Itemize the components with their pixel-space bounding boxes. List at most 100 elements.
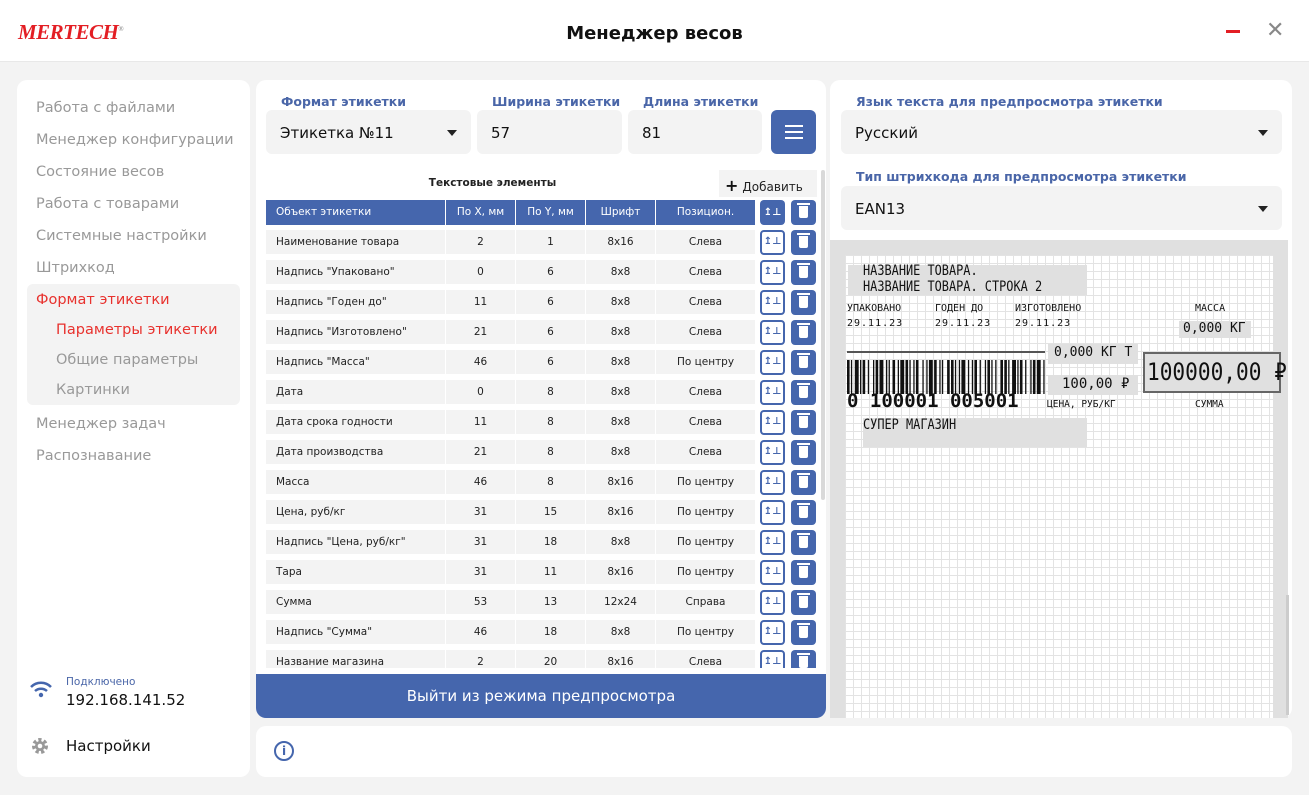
table-cell: 0 — [446, 260, 515, 284]
table-cell: 2 — [446, 230, 515, 254]
trash-icon — [797, 533, 810, 548]
table-cell: Слева — [656, 320, 755, 344]
table-cell: По центру — [656, 560, 755, 584]
label-mass-caption: МАССА — [1195, 303, 1226, 314]
label-best-before: ГОДЕН ДО — [935, 303, 984, 314]
table-cell: 31 — [446, 560, 515, 584]
table-cell: Слева — [656, 410, 755, 434]
table-cell: 8x8 — [586, 530, 655, 554]
axis-edit-button[interactable]: ↥⊥ — [760, 620, 785, 645]
axis-edit-button[interactable]: ↥⊥ — [760, 470, 785, 495]
barcode-bar — [915, 360, 919, 394]
info-icon[interactable]: i — [274, 741, 294, 761]
axis-edit-button[interactable]: ↥⊥ — [760, 290, 785, 315]
table-cell: 46 — [446, 470, 515, 494]
table-cell: 1 — [516, 230, 585, 254]
label-price-caption: ЦЕНА, РУБ/КГ — [1047, 399, 1116, 410]
barcode-bar — [1025, 360, 1027, 394]
table-cell: Надпись "Годен до" — [266, 290, 445, 314]
table-cell: Наименование товара — [266, 230, 445, 254]
axis-edit-button[interactable]: ↥⊥ — [760, 440, 785, 465]
delete-row-button[interactable] — [791, 410, 816, 435]
delete-row-button[interactable] — [791, 290, 816, 315]
table-cell: 15 — [516, 500, 585, 524]
gear-icon[interactable] — [30, 736, 50, 756]
delete-row-button[interactable] — [791, 440, 816, 465]
table-cell: 46 — [446, 350, 515, 374]
table-cell: 0 — [446, 380, 515, 404]
table-cell: 8x8 — [586, 380, 655, 404]
label-store: СУПЕР МАГАЗИН — [863, 417, 957, 433]
delete-row-button[interactable] — [791, 230, 816, 255]
barcode-bar — [1036, 360, 1041, 394]
delete-row-button[interactable] — [791, 650, 816, 668]
label-date1: 29.11.23 — [847, 318, 904, 329]
delete-row-button[interactable] — [791, 320, 816, 345]
axis-edit-button[interactable]: ↥⊥ — [760, 260, 785, 285]
axis-edit-button[interactable]: ↥⊥ — [760, 350, 785, 375]
barcode-bar — [867, 360, 870, 394]
barcode-bar — [958, 360, 961, 394]
barcode-bar — [862, 360, 866, 394]
table-cell: Надпись "Цена, руб/кг" — [266, 530, 445, 554]
table-cell: Слева — [656, 230, 755, 254]
barcode-bar — [941, 360, 944, 394]
preview-scrollbar[interactable] — [1286, 595, 1289, 715]
axis-edit-button[interactable]: ↥⊥ — [760, 230, 785, 255]
axis-edit-button[interactable]: ↥⊥ — [760, 530, 785, 555]
exit-preview-button[interactable]: Выйти из режима предпросмотра — [256, 674, 826, 718]
delete-row-button[interactable] — [791, 470, 816, 495]
barcode-type-select[interactable]: EAN13 — [841, 186, 1282, 230]
label-packed: УПАКОВАНО — [847, 303, 902, 314]
table-cell: 8 — [516, 380, 585, 404]
delete-row-button[interactable] — [791, 260, 816, 285]
axis-edit-button[interactable]: ↥⊥ — [760, 410, 785, 435]
table-cell: Надпись "Изготовлено" — [266, 320, 445, 344]
delete-row-button[interactable] — [791, 380, 816, 405]
table-cell: По центру — [656, 620, 755, 644]
language-select[interactable]: Русский — [841, 110, 1282, 154]
table-cell: Слева — [656, 260, 755, 284]
delete-row-button[interactable] — [791, 560, 816, 585]
barcode-bar — [875, 360, 879, 394]
table-cell: 8x8 — [586, 440, 655, 464]
axis-edit-button[interactable]: ↥⊥ — [760, 650, 785, 668]
barcode-bar — [967, 360, 970, 394]
table-cell: 8x8 — [586, 320, 655, 344]
table-cell: Дата — [266, 380, 445, 404]
barcode-bar — [1000, 360, 1003, 394]
table-cell: Слева — [656, 380, 755, 404]
barcode-bar — [951, 360, 954, 394]
axis-edit-button[interactable]: ↥⊥ — [760, 590, 785, 615]
table-cell: Тара — [266, 560, 445, 584]
table-cell: 20 — [516, 650, 585, 668]
axis-edit-button[interactable]: ↥⊥ — [760, 380, 785, 405]
barcode-bar — [947, 360, 950, 394]
barcode-bar — [886, 360, 888, 394]
table-cell: 8 — [516, 440, 585, 464]
table-cell: 6 — [516, 290, 585, 314]
close-button[interactable]: ✕ — [1266, 20, 1284, 42]
barcode-bar — [1030, 360, 1032, 394]
settings-link[interactable]: Настройки — [66, 737, 151, 755]
barcode-bar — [926, 360, 928, 394]
table-cell: 8x8 — [586, 410, 655, 434]
trash-icon — [797, 383, 810, 398]
delete-row-button[interactable] — [791, 500, 816, 525]
axis-edit-button[interactable]: ↥⊥ — [760, 500, 785, 525]
table-cell: 11 — [446, 410, 515, 434]
axis-edit-button[interactable]: ↥⊥ — [760, 320, 785, 345]
table-cell: Масса — [266, 470, 445, 494]
delete-row-button[interactable] — [791, 590, 816, 615]
table-scrollbar[interactable] — [821, 170, 825, 500]
minimize-button[interactable] — [1226, 30, 1240, 33]
chevron-down-icon — [1258, 130, 1268, 136]
axis-edit-button[interactable]: ↥⊥ — [760, 560, 785, 585]
delete-row-button[interactable] — [791, 350, 816, 375]
barcode-type-value: EAN13 — [855, 200, 906, 218]
label-sum: 100000,00 ₽ — [1147, 358, 1287, 386]
delete-row-button[interactable] — [791, 530, 816, 555]
delete-row-button[interactable] — [791, 620, 816, 645]
table-cell: По центру — [656, 350, 755, 374]
ip-address: 192.168.141.52 — [66, 691, 186, 709]
